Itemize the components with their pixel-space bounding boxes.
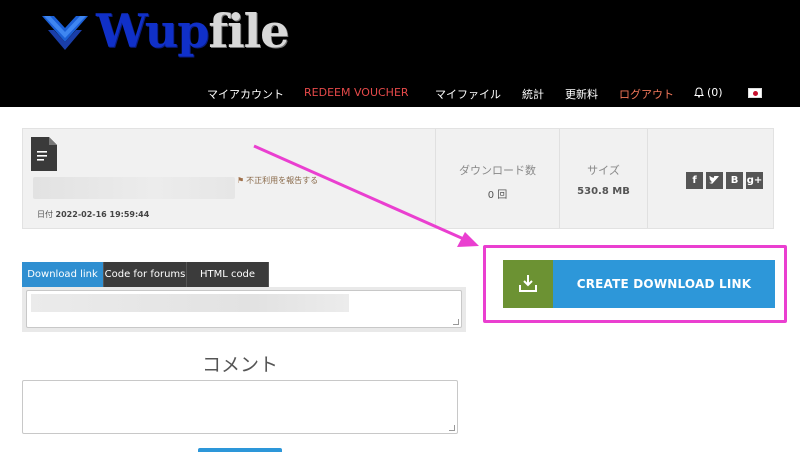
date-value: 2022-02-16 19:59:44 bbox=[55, 210, 150, 219]
create-download-link-button[interactable]: CREATE DOWNLOAD LINK bbox=[503, 260, 775, 308]
tab-code-for-forums[interactable]: Code for forums bbox=[104, 262, 187, 287]
upload-date: 日付 2022-02-16 19:59:44 bbox=[37, 209, 149, 220]
nav-my-account[interactable]: マイアカウント bbox=[207, 86, 284, 102]
size-stat: サイズ 530.8 MB bbox=[559, 129, 647, 228]
document-icon bbox=[31, 137, 57, 171]
create-download-link-label: CREATE DOWNLOAD LINK bbox=[553, 260, 775, 308]
googleplus-share-icon[interactable]: g+ bbox=[746, 172, 763, 189]
notification-count: (0) bbox=[707, 86, 723, 99]
size-value: 530.8 MB bbox=[577, 186, 630, 197]
resize-handle-icon[interactable] bbox=[453, 319, 459, 325]
japan-flag-icon[interactable] bbox=[748, 88, 762, 98]
nav-statistics[interactable]: 統計 bbox=[522, 86, 544, 102]
size-label: サイズ bbox=[587, 164, 620, 177]
link-code-panel bbox=[22, 287, 466, 332]
link-code-textarea[interactable] bbox=[26, 290, 462, 328]
report-abuse-link[interactable]: ⚑ 不正利用を報告する bbox=[237, 175, 318, 186]
tab-download-link[interactable]: Download link bbox=[22, 262, 104, 287]
nav-my-files[interactable]: マイファイル bbox=[435, 86, 501, 102]
downloads-stat: ダウンロード数 0 回 bbox=[435, 129, 559, 228]
logo-wup: Wup bbox=[96, 4, 209, 58]
submit-comment-button[interactable] bbox=[198, 448, 282, 452]
vk-share-icon[interactable]: B bbox=[726, 172, 743, 189]
link-code-tabs: Download link Code for forums HTML code bbox=[22, 262, 269, 287]
bell-icon bbox=[694, 87, 704, 98]
date-label: 日付 bbox=[37, 210, 53, 219]
flag-icon: ⚑ bbox=[237, 176, 245, 185]
file-info-panel: ⚑ 不正利用を報告する 日付 2022-02-16 19:59:44 ダウンロード… bbox=[22, 128, 774, 229]
site-header: Wupfile マイアカウント REDEEM VOUCHER マイファイル 統計… bbox=[0, 0, 800, 107]
tab-html-code[interactable]: HTML code bbox=[187, 262, 269, 287]
nav-notifications[interactable]: (0) bbox=[694, 86, 723, 99]
comment-textarea[interactable] bbox=[22, 380, 458, 434]
nav-renewal[interactable]: 更新料 bbox=[565, 86, 598, 102]
twitter-share-icon[interactable] bbox=[706, 172, 723, 189]
nav-redeem-voucher[interactable]: REDEEM VOUCHER bbox=[304, 86, 409, 99]
logo-wordmark[interactable]: Wupfile bbox=[96, 0, 289, 62]
bird-icon bbox=[709, 176, 720, 184]
wupfile-logo-icon[interactable] bbox=[40, 12, 90, 52]
filename-redacted bbox=[33, 177, 235, 199]
download-icon bbox=[503, 260, 553, 308]
resize-handle-icon[interactable] bbox=[449, 425, 455, 431]
social-share: f B g+ bbox=[647, 129, 774, 228]
nav-logout[interactable]: ログアウト bbox=[619, 86, 674, 102]
report-abuse-label: 不正利用を報告する bbox=[246, 176, 319, 185]
facebook-share-icon[interactable]: f bbox=[686, 172, 703, 189]
downloads-value: 0 回 bbox=[487, 190, 508, 201]
logo-file: file bbox=[208, 4, 289, 58]
comment-heading: コメント bbox=[201, 354, 278, 376]
downloads-label: ダウンロード数 bbox=[459, 164, 536, 177]
link-redacted bbox=[31, 294, 349, 312]
